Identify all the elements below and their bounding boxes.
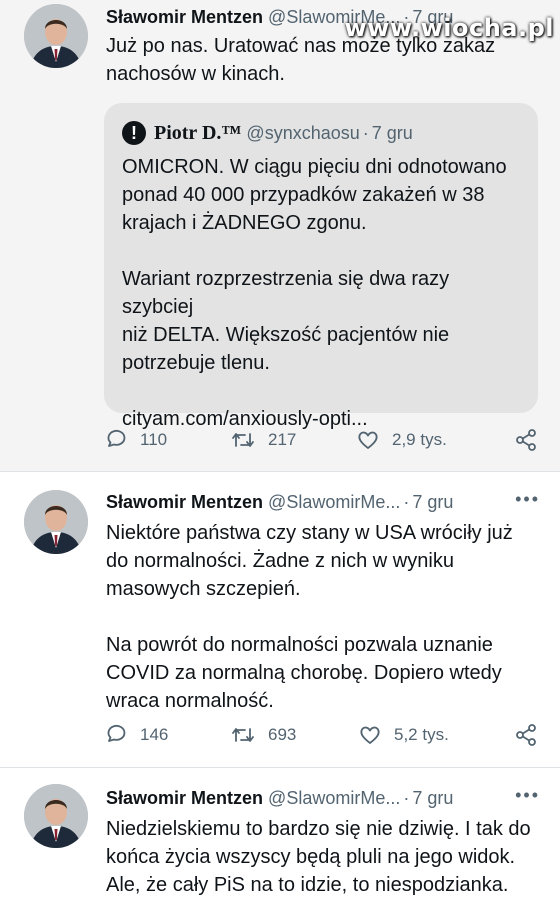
tweet-actions: 110 217 2,9 tys. <box>0 428 560 458</box>
author-name[interactable]: Sławomir Mentzen <box>106 788 263 808</box>
tweet-header: Sławomir Mentzen @SlawomirMe... · 7 gru <box>106 489 540 515</box>
reply-icon <box>107 724 126 742</box>
more-icon[interactable]: ••• <box>515 489 540 510</box>
heart-icon <box>360 726 380 744</box>
author-handle[interactable]: @SlawomirMe... <box>268 788 400 808</box>
reply-button[interactable]: 110 <box>104 428 167 452</box>
avatar[interactable] <box>24 4 88 68</box>
avatar[interactable] <box>24 784 88 848</box>
like-count: 5,2 tys. <box>394 725 449 744</box>
tweet-3[interactable]: Sławomir Mentzen @SlawomirMe... · 7 gru ••… <box>0 768 560 900</box>
tweet-actions: 146 693 5,2 tys. <box>0 723 560 753</box>
tweet-time[interactable]: 7 gru <box>412 788 453 808</box>
share-button[interactable] <box>514 428 538 457</box>
share-icon <box>516 724 536 746</box>
like-count: 2,9 tys. <box>392 430 447 449</box>
retweet-button[interactable]: 217 <box>230 428 296 452</box>
tweet-2[interactable]: Sławomir Mentzen @SlawomirMe... · 7 gru ••… <box>0 472 560 768</box>
separator-dot: · <box>403 788 410 808</box>
tweet-text: Niedzielskiemu to bardzo się nie dziwię.… <box>106 818 531 896</box>
share-button[interactable] <box>514 723 538 752</box>
reply-count: 110 <box>140 430 168 449</box>
tweet-1[interactable]: Sławomir Mentzen @SlawomirMe... · 7 gru ww… <box>0 0 560 472</box>
like-button[interactable]: 5,2 tys. <box>358 723 449 747</box>
share-icon <box>516 429 536 451</box>
tweet-text: Niektóre państwa czy stany w USA wróciły… <box>106 522 513 712</box>
avatar-photo <box>24 490 88 554</box>
avatar-photo <box>24 784 88 848</box>
separator-dot: · <box>403 492 410 512</box>
avatar-photo <box>24 4 88 68</box>
author-handle[interactable]: @SlawomirMe... <box>268 492 400 512</box>
quoted-tweet[interactable]: ! Piotr D.™ @synxchaosu · 7 gru OMICRON. W… <box>104 103 538 430</box>
retweet-icon <box>232 728 254 742</box>
reply-button[interactable]: 146 <box>104 723 168 747</box>
tweet-header: Sławomir Mentzen @SlawomirMe... · 7 gru <box>106 785 540 811</box>
retweet-button[interactable]: 693 <box>230 723 296 747</box>
reply-icon <box>107 429 126 447</box>
tweet-text: Już po nas. Uratować nas może tylko zaka… <box>106 35 496 85</box>
quote-time: 7 gru <box>371 123 413 143</box>
retweet-count: 693 <box>268 725 297 744</box>
quote-header: Piotr D.™ @synxchaosu · 7 gru <box>154 119 413 147</box>
retweet-count: 217 <box>268 430 297 449</box>
quote-text: OMICRON. W ciągu pięciu dni odnotowano p… <box>122 156 507 430</box>
reply-count: 146 <box>140 725 169 744</box>
tweet-time[interactable]: 7 gru <box>412 492 453 512</box>
separator-dot: · <box>362 123 369 143</box>
quote-author-name: Piotr D.™ <box>154 122 242 144</box>
quote-author-handle: @synxchaosu <box>246 123 360 143</box>
author-name[interactable]: Sławomir Mentzen <box>106 492 263 512</box>
like-button[interactable]: 2,9 tys. <box>356 428 447 452</box>
author-name[interactable]: Sławomir Mentzen <box>106 7 263 27</box>
more-icon[interactable]: ••• <box>515 785 540 806</box>
heart-icon <box>358 431 378 449</box>
avatar[interactable] <box>24 490 88 554</box>
exclamation-icon: ! <box>122 121 146 145</box>
retweet-icon <box>232 433 254 447</box>
